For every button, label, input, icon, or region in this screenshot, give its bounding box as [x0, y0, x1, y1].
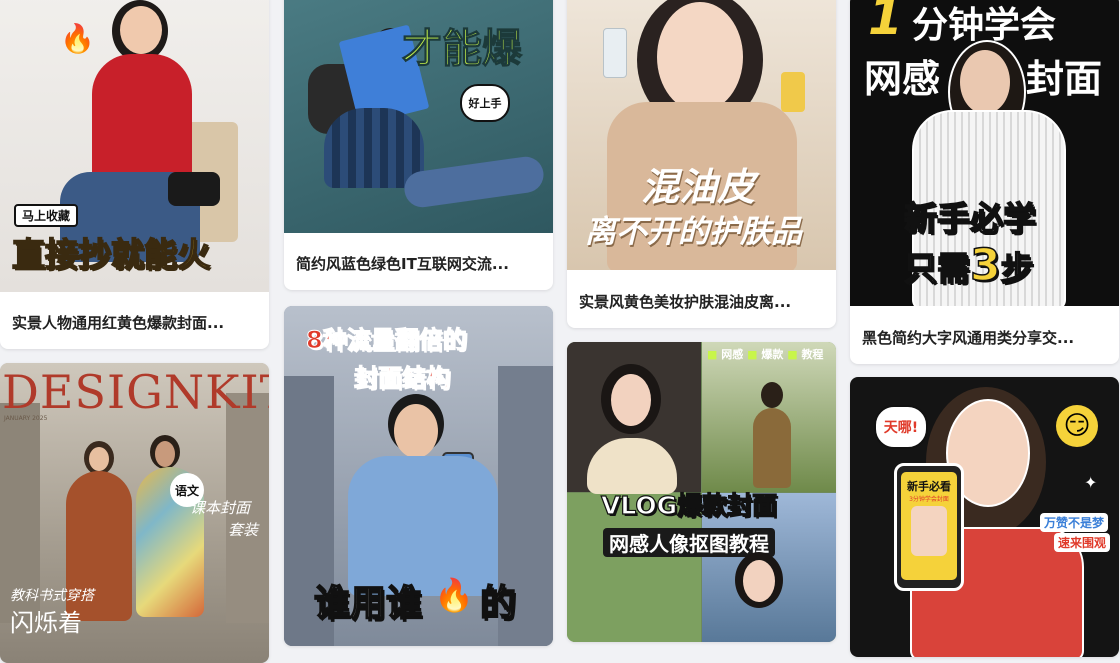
phone: 新手必看 3分钟学会封面: [894, 463, 964, 591]
line-2-number: 3: [969, 239, 1001, 292]
smirk-emoji-icon: 😏: [1056, 405, 1098, 447]
template-card[interactable]: DESIGNKIT JANUARY 2025 语文 课本封面 套装 教科书式穿搭…: [0, 363, 269, 663]
oil-bottle: [781, 72, 805, 112]
fire-emoji-icon: 🔥: [60, 22, 95, 55]
side-text-2: 速来围观: [1054, 533, 1111, 552]
template-thumbnail[interactable]: 1 分钟学会 网感 封面 新手必学 只需3步: [850, 0, 1119, 306]
woman-face: [89, 447, 109, 471]
headline-middle-b: 封面: [1026, 57, 1103, 101]
headline: 直接抄就能火: [11, 234, 211, 275]
tag-dot-icon: ■: [787, 348, 798, 361]
phone-photo: [911, 506, 947, 556]
sparkle-icon: ✦: [1084, 473, 1098, 492]
man-face: [155, 441, 175, 467]
woman-face: [611, 374, 651, 426]
man-face: [394, 404, 438, 458]
bottom-title: 闪烁着: [10, 609, 82, 637]
tag-label: 马上收藏: [14, 204, 79, 227]
headline-line-1: 混油皮: [641, 164, 756, 209]
tag-dot-icon: ■: [747, 348, 758, 361]
phone-screen: 新手必看 3分钟学会封面: [901, 472, 957, 580]
template-thumbnail[interactable]: 才能爆 好上手: [284, 0, 553, 233]
line-1: 新手必学: [903, 198, 1037, 239]
subtitle: 网感人像抠图教程: [603, 528, 775, 557]
woman-3-face: [743, 560, 775, 602]
tag-dot-icon: ■: [707, 348, 718, 361]
template-card[interactable]: ■ 网感 ■ 爆款 ■ 教程 VLOG爆款封面 网感人像抠图教程: [567, 342, 836, 642]
line-2-a: 只需: [903, 248, 971, 289]
template-card[interactable]: 混油皮 离不开的护肤品 实景风黄色美妆护肤混油皮离...: [567, 0, 836, 328]
serum-bottle: [603, 28, 627, 78]
bottom-text-b: 的: [479, 582, 517, 625]
template-title[interactable]: 实景人物通用红黄色爆款封面...: [12, 297, 257, 349]
template-thumbnail[interactable]: 混油皮 离不开的护肤品: [567, 0, 836, 270]
line-2: 只需3步: [903, 239, 1035, 292]
speech-bubble: 天哪!: [874, 405, 928, 449]
woman-2-head: [761, 382, 783, 408]
bottom-text-a: 谁用谁: [313, 582, 423, 625]
issue-date: JANUARY 2025: [4, 415, 48, 422]
bottom-subtitle: 教科书式穿搭: [10, 588, 94, 604]
tag-item: 爆款: [761, 348, 784, 361]
template-card[interactable]: 才能爆 好上手 简约风蓝色绿色IT互联网交流...: [284, 0, 553, 290]
phone-subtitle: 3分钟学会封面: [909, 496, 949, 503]
side-text: 课本封面: [190, 499, 251, 517]
title-line-1: 8种流量翻倍的: [306, 326, 468, 355]
template-card[interactable]: 1 分钟学会 网感 封面 新手必学 只需3步 黑色简约大字风通用类分享交...: [850, 0, 1119, 364]
template-thumbnail[interactable]: 8种流量翻倍的 封面结构 谁用谁 🔥 的: [284, 306, 553, 646]
template-thumbnail[interactable]: DESIGNKIT JANUARY 2025 语文 课本封面 套装 教科书式穿搭…: [0, 363, 269, 663]
template-title[interactable]: 实景风黄色美妆护肤混油皮离...: [579, 276, 824, 328]
template-title[interactable]: 黑色简约大字风通用类分享交...: [862, 312, 1107, 364]
woman-face: [960, 50, 1010, 114]
tag-item: 网感: [721, 348, 744, 361]
person-face: [120, 6, 162, 54]
headline-number: 1: [868, 0, 903, 46]
woman-2-body: [753, 408, 791, 488]
line-2-b: 步: [1000, 248, 1035, 289]
template-card[interactable]: 新手必看 3分钟学会封面 天哪! 😏 ✦ 万赞不是梦 速来围观: [850, 377, 1119, 657]
headline-middle-a: 网感: [864, 57, 941, 101]
title: VLOG爆款封面: [600, 490, 778, 520]
fire-emoji-icon: 🔥: [434, 576, 474, 614]
speech-bubble: 好上手: [460, 84, 510, 122]
magazine-masthead: DESIGNKIT: [2, 365, 269, 419]
tag-item: 教程: [801, 348, 824, 361]
side-text-1: 万赞不是梦: [1040, 513, 1109, 532]
template-thumbnail[interactable]: 🔥 马上收藏 直接抄就能火: [0, 0, 269, 292]
template-card[interactable]: 8种流量翻倍的 封面结构 谁用谁 🔥 的: [284, 306, 553, 646]
headline: 才能爆: [402, 26, 523, 73]
headline-line-2: 离不开的护肤品: [585, 214, 802, 250]
side-text-2: 套装: [228, 521, 259, 539]
black-handbag: [168, 172, 220, 206]
title-line-2: 封面结构: [354, 364, 451, 393]
template-title[interactable]: 简约风蓝色绿色IT互联网交流...: [296, 238, 541, 290]
template-card[interactable]: 🔥 马上收藏 直接抄就能火 实景人物通用红黄色爆款封面...: [0, 0, 269, 349]
tag-row: ■ 网感 ■ 爆款 ■ 教程: [707, 346, 823, 362]
template-thumbnail[interactable]: 新手必看 3分钟学会封面 天哪! 😏 ✦ 万赞不是梦 速来围观: [850, 377, 1119, 657]
phone-title: 新手必看: [907, 480, 951, 493]
woman-face: [657, 2, 743, 112]
template-thumbnail[interactable]: ■ 网感 ■ 爆款 ■ 教程 VLOG爆款封面 网感人像抠图教程: [567, 342, 836, 642]
